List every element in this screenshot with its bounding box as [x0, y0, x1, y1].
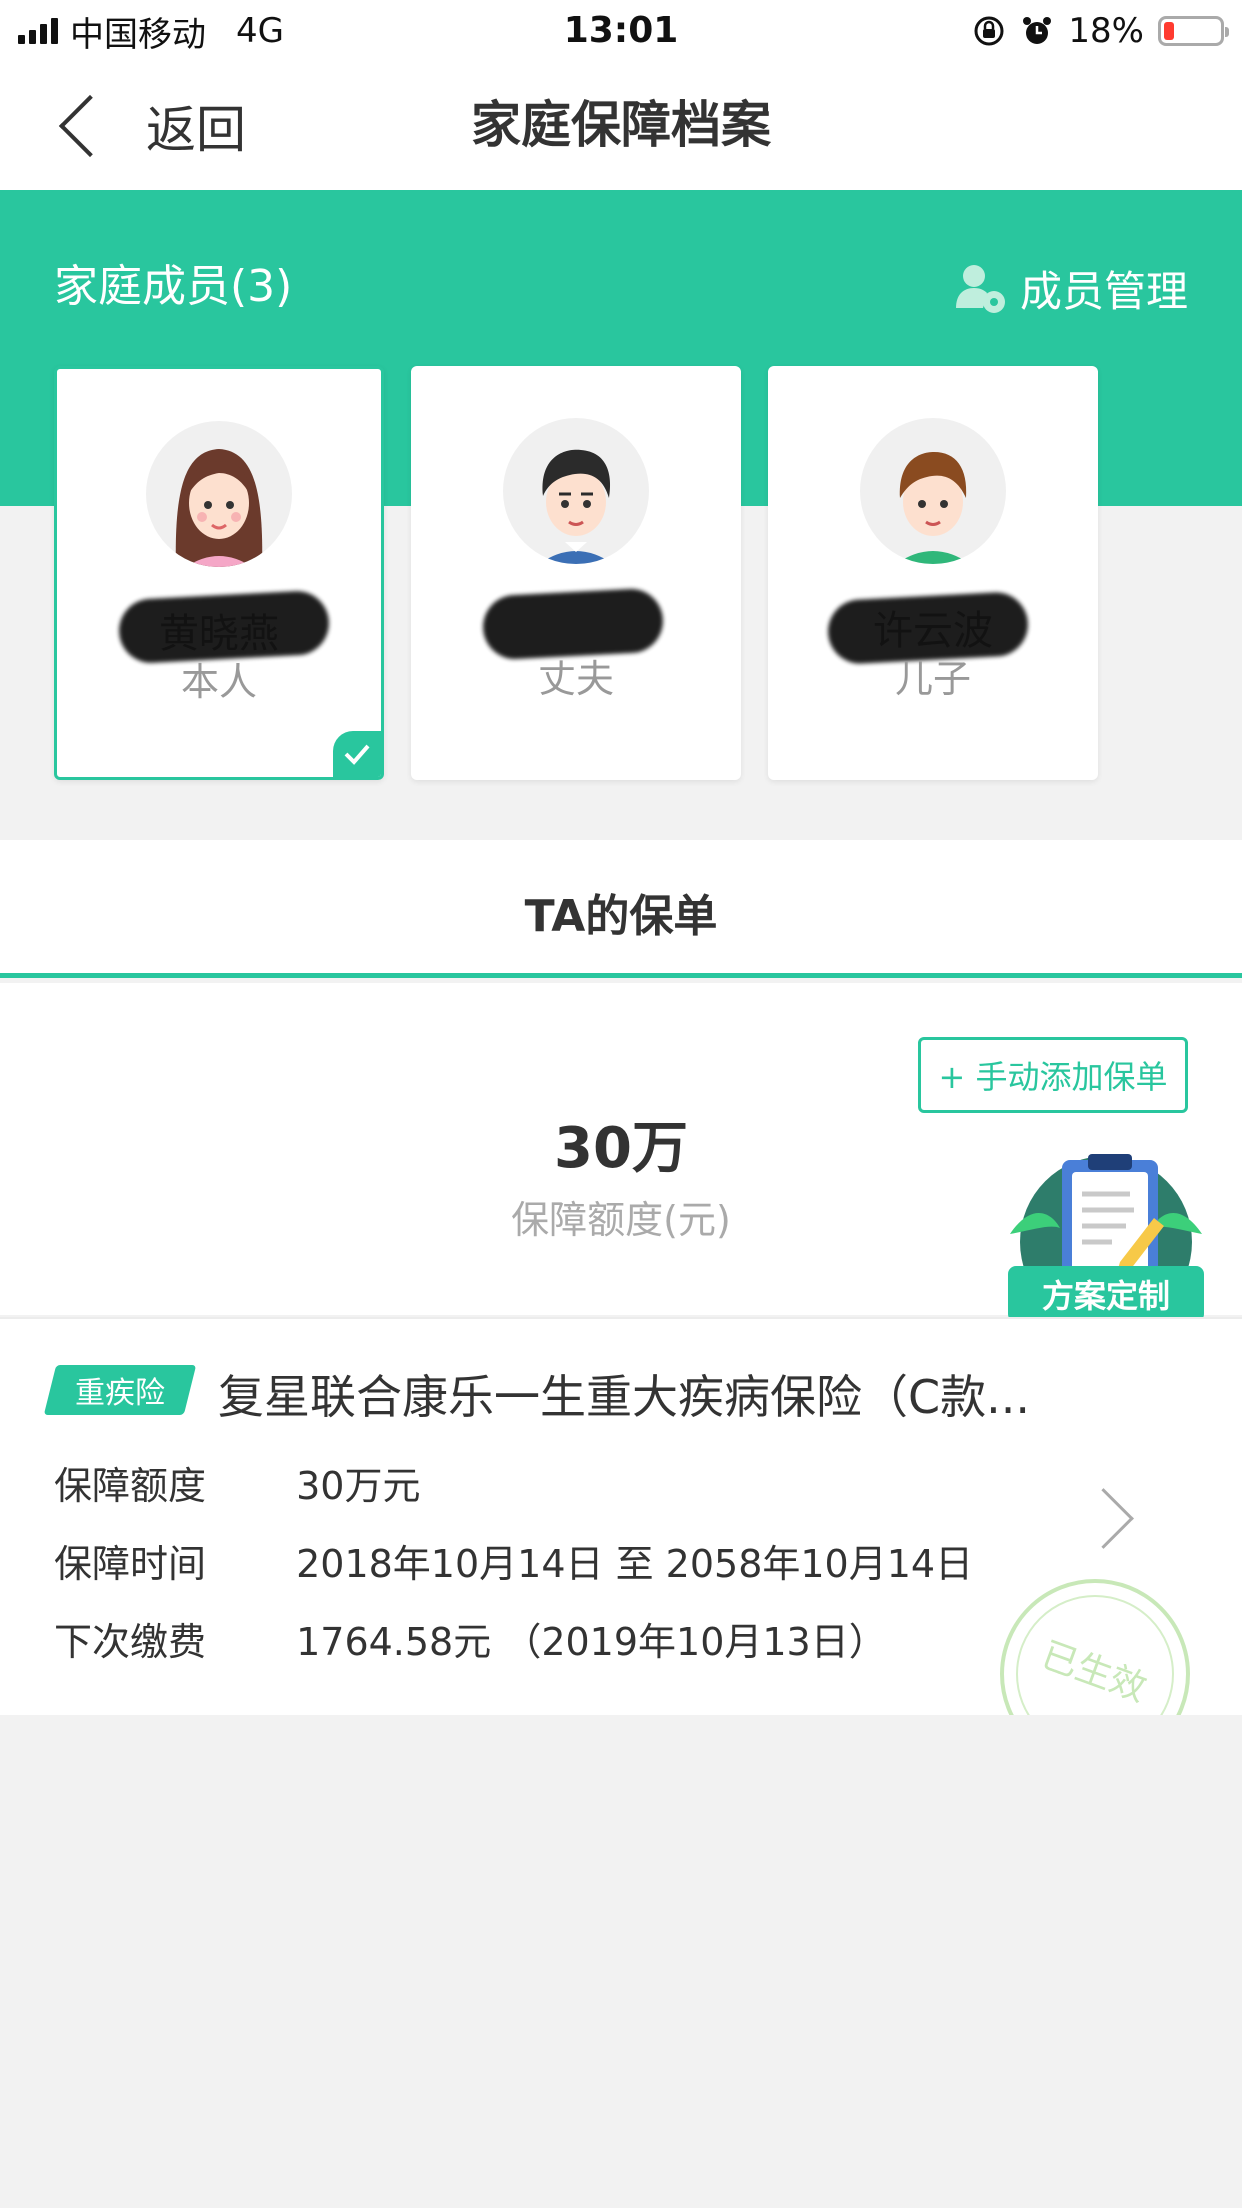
policy-type-label: 重疾险 [75, 1376, 165, 1411]
policy-row-next-payment: 下次缴费 1764.58元 （2019年10月13日） [54, 1611, 887, 1666]
row-value: 30万元 [296, 1464, 421, 1508]
selected-check-badge [333, 731, 381, 777]
row-label: 下次缴费 [54, 1620, 207, 1664]
alarm-icon [1023, 17, 1052, 44]
family-members-title: 家庭成员(3) [54, 261, 293, 312]
status-bar: 中国移动 4G 13:01 18% [0, 0, 1242, 62]
member-role: 丈夫 [537, 657, 614, 701]
plan-customize-button[interactable]: 方案定制 [1000, 1150, 1212, 1340]
member-card-husband[interactable]: 丈夫 [411, 366, 741, 780]
member-management-button[interactable]: 成员管理 [952, 258, 1188, 319]
add-policy-button[interactable]: + 手动添加保单 [918, 1037, 1188, 1113]
user-settings-icon [955, 264, 1005, 313]
member-card-son[interactable]: 许云波 儿子 [768, 366, 1098, 780]
battery-level [1164, 22, 1174, 40]
policy-row-period: 保障时间 2018年10月14日 至 2058年10月14日 [54, 1533, 973, 1588]
page-title: 家庭保障档案 [471, 96, 771, 154]
nav-bar: 返回 家庭保障档案 [0, 62, 1242, 190]
avatar-man [503, 418, 649, 564]
avatar-boy [860, 418, 1006, 564]
battery-percent: 18% [1068, 11, 1144, 51]
policy-card[interactable]: 重疾险 复星联合康乐一生重大疾病保险（C款... 保障额度 30万元 保障时间 … [0, 1317, 1242, 1715]
row-label: 保障额度 [54, 1464, 207, 1508]
row-value: 1764.58元 （2019年10月13日） [296, 1620, 887, 1664]
stamp-text: 已生效 [1036, 1634, 1152, 1711]
row-label: 保障时间 [54, 1542, 207, 1586]
member-role: 儿子 [894, 657, 971, 701]
battery-icon [1158, 16, 1229, 46]
section-title: TA的保单 [524, 891, 718, 942]
row-value: 2018年10月14日 至 2058年10月14日 [296, 1542, 974, 1586]
orientation-lock-icon [974, 16, 1004, 46]
policy-type-tag: 重疾险 [43, 1365, 197, 1415]
policy-row-coverage: 保障额度 30万元 [54, 1455, 420, 1510]
policies-section-header: TA的保单 [0, 840, 1242, 978]
status-right: 18% [972, 8, 1229, 54]
avatar-woman [146, 421, 292, 567]
policy-name: 复星联合康乐一生重大疾病保险（C款... [218, 1370, 1030, 1424]
member-management-label: 成员管理 [1019, 267, 1188, 316]
member-role: 本人 [180, 660, 257, 704]
chevron-right-icon [1073, 1488, 1134, 1549]
member-card-self[interactable]: 黄晓燕 本人 [54, 366, 384, 780]
effective-stamp: 已生效 [1000, 1579, 1190, 1715]
plan-customize-label: 方案定制 [1041, 1277, 1170, 1315]
checkmark-icon [344, 744, 370, 765]
